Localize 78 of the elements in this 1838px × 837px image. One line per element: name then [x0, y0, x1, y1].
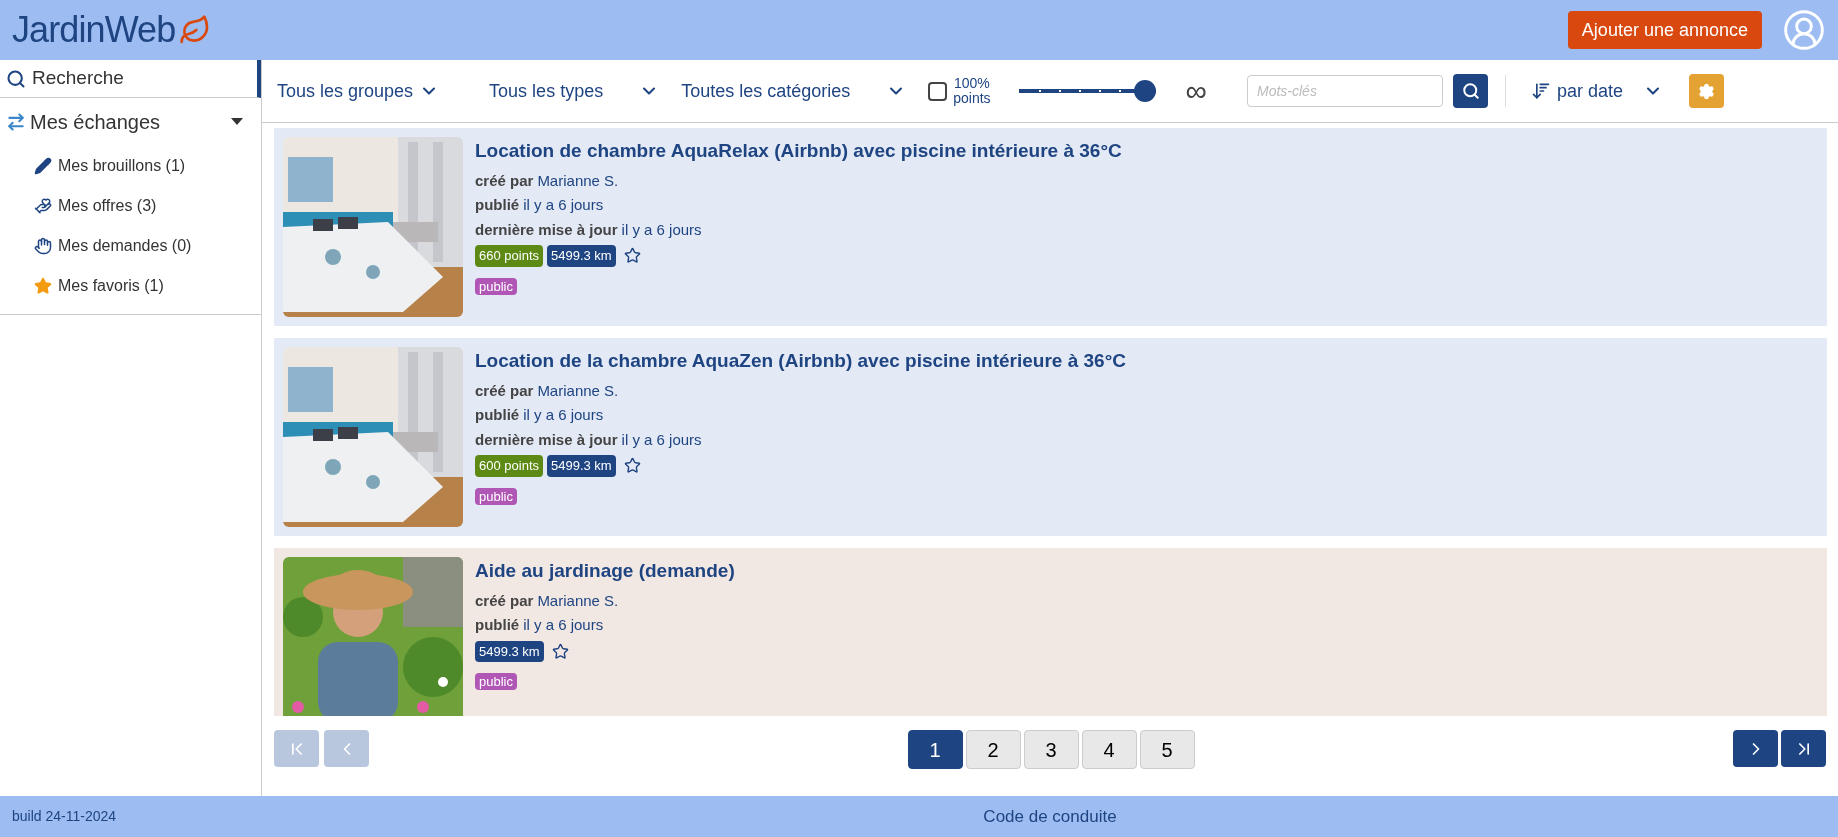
page-button[interactable]: 3 — [1023, 730, 1079, 769]
build-label: build 24-11-2024 — [12, 807, 117, 826]
hand-heart-icon — [34, 197, 52, 215]
settings-icon — [1698, 82, 1716, 100]
distance-tag: 5499.3 km — [475, 640, 544, 662]
points-tag: 660 points — [475, 245, 543, 267]
listing-title[interactable]: Aide au jardinage (demande) — [475, 557, 735, 586]
visibility-tag: public — [475, 673, 517, 690]
sort-dropdown[interactable]: par date — [1531, 77, 1664, 105]
section-label: Mes échanges — [30, 110, 162, 135]
exchanges-section-header[interactable]: Mes échanges — [0, 98, 261, 146]
item-label: Mes favoris (1) — [58, 276, 164, 296]
sidebar-item[interactable]: Mes favoris (1) — [0, 266, 261, 306]
sidebar-item[interactable]: Mes demandes (0) — [0, 226, 261, 266]
sidebar-item[interactable]: Mes brouillons (1) — [0, 146, 261, 186]
sidebar-item[interactable]: Mes offres (3) — [0, 186, 261, 226]
author-name: Marianne S. — [537, 590, 619, 611]
nav-label: Recherche — [32, 66, 124, 91]
visibility-tag: public — [475, 277, 517, 295]
listing-title[interactable]: Location de la chambre AquaZen (Airbnb) avec piscine intérieure à 36°C — [475, 347, 1126, 376]
distance-tag: 5499.3 km — [547, 245, 616, 267]
favorite-star-icon[interactable] — [623, 247, 641, 265]
add-listing-button[interactable]: Ajouter une annonce — [1567, 11, 1762, 49]
item-label: Mes brouillons (1) — [58, 156, 186, 176]
hand-icon — [34, 237, 52, 255]
keywords-field[interactable]: Mots-clés — [1247, 75, 1443, 107]
author-name: Marianne S. — [537, 380, 619, 401]
app-logo[interactable]: JardinWeb — [12, 3, 176, 57]
page-button[interactable]: 2 — [965, 730, 1021, 769]
field-label: dernière mise à jour — [475, 219, 618, 240]
field-label: créé par — [475, 590, 534, 611]
sort-icon — [1531, 81, 1551, 101]
distance-slider[interactable] — [1018, 79, 1156, 103]
listing-title[interactable]: Location de chambre AquaRelax (Airbnb) avec piscine intérieure à 36°C — [475, 137, 1122, 166]
star-icon — [34, 277, 52, 295]
distance-tag: 5499.3 km — [547, 455, 616, 477]
author-name: Marianne S. — [537, 170, 619, 191]
updated-date: il y a 6 jours — [621, 429, 702, 450]
published-date: il y a 6 jours — [523, 195, 604, 215]
swap-arrows-icon — [6, 112, 26, 132]
field-label: publié — [475, 195, 520, 215]
field-label: dernière mise à jour — [475, 429, 618, 450]
item-label: Mes offres (3) — [58, 196, 157, 216]
favorite-star-icon[interactable] — [623, 457, 641, 475]
visibility-tag: public — [475, 487, 517, 505]
next-page-button[interactable] — [1733, 730, 1778, 767]
updated-date: il y a 6 jours — [621, 219, 702, 240]
filter-dropdown[interactable]: Tous les types — [489, 77, 660, 105]
page-button[interactable]: 4 — [1081, 730, 1137, 769]
caret-icon — [231, 118, 243, 126]
listing-card[interactable]: Location de la chambre AquaZen (Airbnb) avec piscine intérieure à 36°C créé par Marianne S. publié il y a 6 jours dernière mise à jour il y a 6 jours 600 points 5499.3 km public — [274, 338, 1827, 536]
distance-reading: ∞ — [1185, 76, 1207, 106]
field-label: publié — [475, 615, 520, 635]
listing-card[interactable]: Aide au jardinage (demande) créé par Marianne S. publié il y a 6 jours 5499.3 km public — [274, 548, 1827, 716]
checkbox-label: points — [953, 91, 991, 106]
field-label: créé par — [475, 380, 534, 401]
pencil-icon — [34, 157, 52, 175]
published-date: il y a 6 jours — [523, 615, 604, 635]
filter-dropdown[interactable]: Toutes les catégories — [681, 77, 907, 105]
published-date: il y a 6 jours — [523, 405, 604, 425]
field-label: créé par — [475, 170, 534, 191]
search-button[interactable] — [1453, 74, 1488, 108]
last-page-button[interactable] — [1781, 730, 1826, 767]
code-of-conduct-link[interactable]: Code de conduite — [983, 803, 1117, 830]
search-icon — [6, 68, 26, 89]
item-label: Mes demandes (0) — [58, 236, 192, 256]
filter-dropdown[interactable]: Tous les groupes — [277, 77, 440, 105]
slider-thumb[interactable] — [1133, 80, 1156, 102]
listing-card[interactable]: Location de chambre AquaRelax (Airbnb) avec piscine intérieure à 36°C créé par Marianne S. publié il y a 6 jours dernière mise à jour il y a 6 jours 660 points 5499.3 km public — [274, 128, 1827, 326]
search-icon — [1461, 82, 1480, 100]
favorite-star-icon[interactable] — [551, 642, 569, 660]
page-button[interactable]: 1 — [907, 730, 963, 769]
field-label: publié — [475, 405, 520, 425]
search-nav-item[interactable]: Recherche — [0, 60, 261, 98]
checkbox-label: 100% — [954, 76, 990, 91]
points-checkbox[interactable] — [928, 81, 948, 101]
points-tag: 600 points — [475, 455, 543, 477]
page-button[interactable]: 5 — [1139, 730, 1195, 769]
